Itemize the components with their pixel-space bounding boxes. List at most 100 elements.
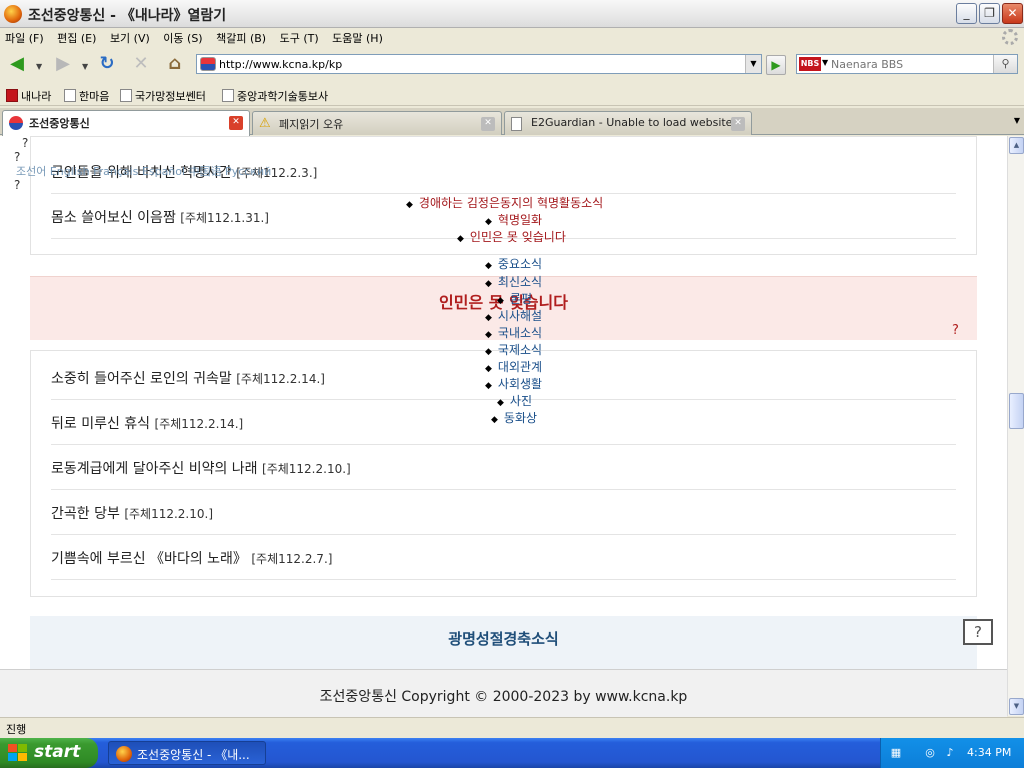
menu-file[interactable]: 파일 (F): [0, 28, 49, 46]
article-title[interactable]: 몸소 쓸어보신 이음짬: [51, 210, 176, 226]
search-engine-icon[interactable]: NBS: [799, 57, 821, 71]
list-item[interactable]: 간곡한 당부 [주체112.2.10.]: [51, 490, 956, 535]
browser-app-icon: [116, 746, 132, 762]
bookmark-science-tech-news[interactable]: 중앙과학기술통보사: [222, 88, 328, 104]
windows-logo-icon: [8, 744, 27, 761]
navigation-toolbar: ◀ ▼ ▶ ▼ ↻ ✕ ⌂ ▼ ▶ NBS ▼ ⚲: [0, 46, 1024, 82]
menu-help[interactable]: 도움말 (H): [327, 28, 388, 46]
menu-item-important-news[interactable]: ◆ 중요소식: [485, 255, 542, 272]
minimize-button[interactable]: _: [956, 3, 977, 24]
article-date: [주체112.2.7.]: [251, 552, 333, 566]
stop-icon[interactable]: ✕: [128, 52, 154, 78]
tab-kcna[interactable]: 조선중앙통신 ✕: [2, 110, 250, 136]
status-text: 진행: [6, 723, 27, 736]
warning-icon: ⚠: [259, 116, 271, 131]
keyboard-icon[interactable]: ▦: [889, 746, 903, 760]
menu-item-current-affairs[interactable]: ◆ 시사해설: [485, 307, 542, 324]
page-icon: [64, 89, 76, 102]
broken-image-placeholder: ?: [963, 619, 993, 645]
go-button[interactable]: ▶: [766, 55, 786, 75]
menu-go[interactable]: 이동 (S): [158, 28, 207, 46]
menu-item-photos[interactable]: ◆ 사진: [497, 392, 532, 409]
menu-item-latest-news[interactable]: ◆ 최신소식: [485, 273, 542, 290]
close-tab-icon[interactable]: ✕: [731, 117, 745, 131]
close-button[interactable]: ✕: [1002, 3, 1023, 24]
taskbar-browser-window[interactable]: 조선중앙통신 - 《내...: [108, 741, 266, 765]
search-magnifier-icon[interactable]: ⚲: [993, 55, 1017, 73]
search-engine-dropdown-icon[interactable]: ▼: [822, 58, 828, 67]
broken-image-placeholder: ?: [22, 136, 29, 150]
celebration-news-title[interactable]: 광명성절경축소식: [30, 628, 977, 649]
scrollbar-thumb[interactable]: [1009, 393, 1024, 429]
article-date: [주체112.2.10.]: [262, 462, 351, 476]
network-icon[interactable]: ◎: [923, 746, 937, 760]
url-input[interactable]: [219, 56, 739, 72]
menu-item-revolutionary-anecdotes[interactable]: ◆ 혁명일화: [485, 211, 542, 228]
scroll-down-icon[interactable]: ▼: [1009, 698, 1024, 715]
forward-arrow-icon[interactable]: ▶: [50, 52, 76, 78]
home-icon[interactable]: ⌂: [162, 52, 188, 78]
search-bar[interactable]: NBS ▼ ⚲: [796, 54, 1018, 74]
article-title[interactable]: 간곡한 당부: [51, 506, 120, 522]
volume-icon[interactable]: ♪: [943, 746, 957, 760]
tab-page-load-error[interactable]: ⚠ 페지읽기 오유 ✕: [252, 111, 502, 135]
article-title[interactable]: 소중히 들어주신 로인의 귀속말: [51, 371, 232, 387]
url-history-dropdown-icon[interactable]: ▼: [745, 55, 761, 73]
menu-item-international-news[interactable]: ◆ 국제소식: [485, 341, 542, 358]
menu-item-commentary[interactable]: ◆ 론평: [497, 290, 532, 307]
close-tab-icon[interactable]: ✕: [229, 116, 243, 130]
broken-image-placeholder: ?: [14, 150, 21, 164]
scroll-up-icon[interactable]: ▲: [1009, 137, 1024, 154]
language-links-overlap[interactable]: 조선어 English Français Español 中国语 Русский: [16, 163, 271, 179]
bookmark-hanmaeum[interactable]: 한마음: [64, 88, 109, 104]
article-date: [주체112.2.14.]: [154, 417, 244, 431]
article-date: [주체112.2.10.]: [124, 507, 214, 521]
broken-image-placeholder: ?: [952, 323, 959, 338]
menu-item-domestic-news[interactable]: ◆ 국내소식: [485, 324, 542, 341]
status-bar: 진행: [0, 717, 1024, 737]
window-title: 조선중앙통신 - 《내나라》열람기: [28, 8, 227, 24]
menu-item-foreign-relations[interactable]: ◆ 대외관계: [485, 358, 542, 375]
bookmark-national-network-center[interactable]: 국가망정보쎈터: [120, 88, 206, 104]
menu-item-social-life[interactable]: ◆ 사회생활: [485, 375, 542, 392]
tab-bar: 조선중앙통신 ✕ ⚠ 페지읽기 오유 ✕ E2Guardian - Unable…: [0, 108, 1024, 136]
vertical-scrollbar[interactable]: ▲ ▼: [1007, 136, 1024, 716]
back-history-dropdown-icon[interactable]: ▼: [36, 62, 42, 71]
menu-item-leader-activities[interactable]: ◆ 경애하는 김정은동지의 혁명활동소식: [406, 194, 603, 211]
menu-edit[interactable]: 편집 (E): [52, 28, 101, 46]
search-input[interactable]: [831, 56, 991, 72]
article-date: [주체112.2.14.]: [236, 372, 325, 386]
close-tab-icon[interactable]: ✕: [481, 117, 495, 131]
reload-icon[interactable]: ↻: [94, 52, 120, 78]
menu-item-videos[interactable]: ◆ 동화상: [491, 409, 537, 426]
forward-history-dropdown-icon[interactable]: ▼: [82, 62, 88, 71]
menu-view[interactable]: 보기 (V): [105, 28, 155, 46]
maximize-button[interactable]: ❐: [979, 3, 1000, 24]
kcna-favicon-icon: [9, 116, 23, 130]
menu-tools[interactable]: 도구 (T): [275, 28, 324, 46]
windows-taskbar: start 조선중앙통신 - 《내... ▦ ◎ ♪ 4:34 PM: [0, 738, 1024, 768]
article-title[interactable]: 로동계급에게 달아주신 비약의 나래: [51, 461, 258, 477]
article-title[interactable]: 뒤로 미루신 휴식: [51, 416, 150, 432]
page-icon: [120, 89, 132, 102]
menu-item-people-never-forget[interactable]: ◆ 인민은 못 잊습니다: [457, 228, 566, 245]
celebration-news-banner: 광명성절경축소식 ?: [30, 616, 993, 669]
bookmarks-toolbar: 내나라 한마음 국가망정보쎈터 중앙과학기술통보사: [0, 84, 1024, 106]
broken-image-placeholder: ?: [14, 178, 21, 192]
article-title[interactable]: 기쁨속에 부르신 《바다의 노래》: [51, 551, 247, 567]
start-button[interactable]: start: [0, 738, 98, 768]
tab-list-dropdown-icon[interactable]: ▼: [1014, 116, 1020, 125]
address-bar[interactable]: ▼: [196, 54, 762, 74]
copyright-text: 조선중앙통신 Copyright © 2000-2023 by www.kcna…: [319, 689, 688, 705]
page-icon: [511, 117, 522, 131]
back-arrow-icon[interactable]: ◀: [4, 52, 30, 78]
site-favicon-icon: [200, 57, 216, 71]
bookmark-naenara[interactable]: 내나라: [6, 88, 51, 104]
tab-e2guardian[interactable]: E2Guardian - Unable to load website ✕: [504, 111, 752, 135]
list-item[interactable]: 기쁨속에 부르신 《바다의 노래》 [주체112.2.7.]: [51, 535, 956, 580]
system-clock[interactable]: 4:34 PM: [967, 746, 1011, 759]
menu-bookmarks[interactable]: 책갈피 (B): [211, 28, 271, 46]
window-titlebar: 조선중앙통신 - 《내나라》열람기 _ ❐ ✕: [0, 0, 1024, 28]
page-icon: [222, 89, 234, 102]
list-item[interactable]: 로동계급에게 달아주신 비약의 나래 [주체112.2.10.]: [51, 445, 956, 490]
